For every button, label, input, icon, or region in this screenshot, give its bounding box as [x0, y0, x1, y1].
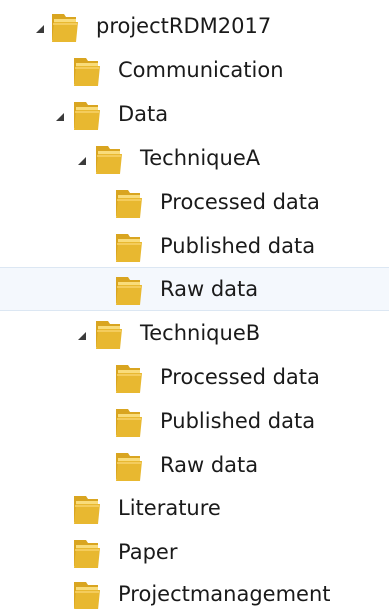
tree-item-label: Communication: [118, 58, 284, 82]
tree-item-label: Processed data: [160, 190, 320, 214]
folder-icon: [72, 54, 102, 88]
tree-item-label: projectRDM2017: [96, 14, 272, 38]
tree-item-techniquea-processed-data[interactable]: Processed data: [0, 180, 389, 224]
tree-item-techniqueb-published-data[interactable]: Published data: [0, 399, 389, 443]
folder-icon: [94, 317, 124, 351]
expanded-arrow-icon[interactable]: [34, 20, 46, 33]
tree-item-label: Projectmanagement: [118, 582, 331, 606]
tree-item-label: Raw data: [160, 277, 259, 301]
tree-item-label: Literature: [118, 496, 221, 520]
tree-item-label: Published data: [160, 409, 316, 433]
folder-icon: [72, 536, 102, 570]
tree-item-techniquea-published-data[interactable]: Published data: [0, 224, 389, 268]
tree-item-techniqueb-raw-data[interactable]: Raw data: [0, 443, 389, 487]
folder-icon: [94, 142, 124, 176]
folder-tree: projectRDM2017 Communication Data Techni…: [0, 0, 389, 609]
tree-item-label: Processed data: [160, 365, 320, 389]
tree-item-label: Paper: [118, 540, 178, 564]
folder-icon: [114, 449, 144, 483]
tree-item-label: TechniqueA: [140, 146, 261, 170]
tree-item-techniqueb[interactable]: TechniqueB: [0, 311, 389, 355]
folder-icon: [114, 405, 144, 439]
tree-item-label: Data: [118, 102, 169, 126]
tree-item-paper[interactable]: Paper: [0, 530, 389, 574]
folder-icon: [114, 361, 144, 395]
folder-icon: [114, 273, 144, 307]
folder-icon: [72, 492, 102, 526]
tree-item-projectrdm2017[interactable]: projectRDM2017: [0, 4, 389, 48]
folder-icon: [72, 578, 102, 609]
tree-item-label: TechniqueB: [140, 321, 261, 345]
tree-item-techniqueb-processed-data[interactable]: Processed data: [0, 355, 389, 399]
expanded-arrow-icon[interactable]: [54, 108, 66, 121]
tree-item-projectmanagement[interactable]: Projectmanagement: [0, 572, 389, 609]
folder-icon: [72, 98, 102, 132]
folder-icon: [114, 230, 144, 264]
tree-item-communication[interactable]: Communication: [0, 48, 389, 92]
tree-item-label: Published data: [160, 234, 316, 258]
tree-item-label: Raw data: [160, 453, 259, 477]
tree-item-data[interactable]: Data: [0, 92, 389, 136]
tree-item-literature[interactable]: Literature: [0, 486, 389, 530]
folder-icon: [50, 10, 80, 44]
folder-icon: [114, 186, 144, 220]
expanded-arrow-icon[interactable]: [76, 327, 88, 340]
tree-item-techniquea[interactable]: TechniqueA: [0, 136, 389, 180]
expanded-arrow-icon[interactable]: [76, 152, 88, 165]
tree-item-techniquea-raw-data[interactable]: Raw data: [0, 267, 389, 311]
